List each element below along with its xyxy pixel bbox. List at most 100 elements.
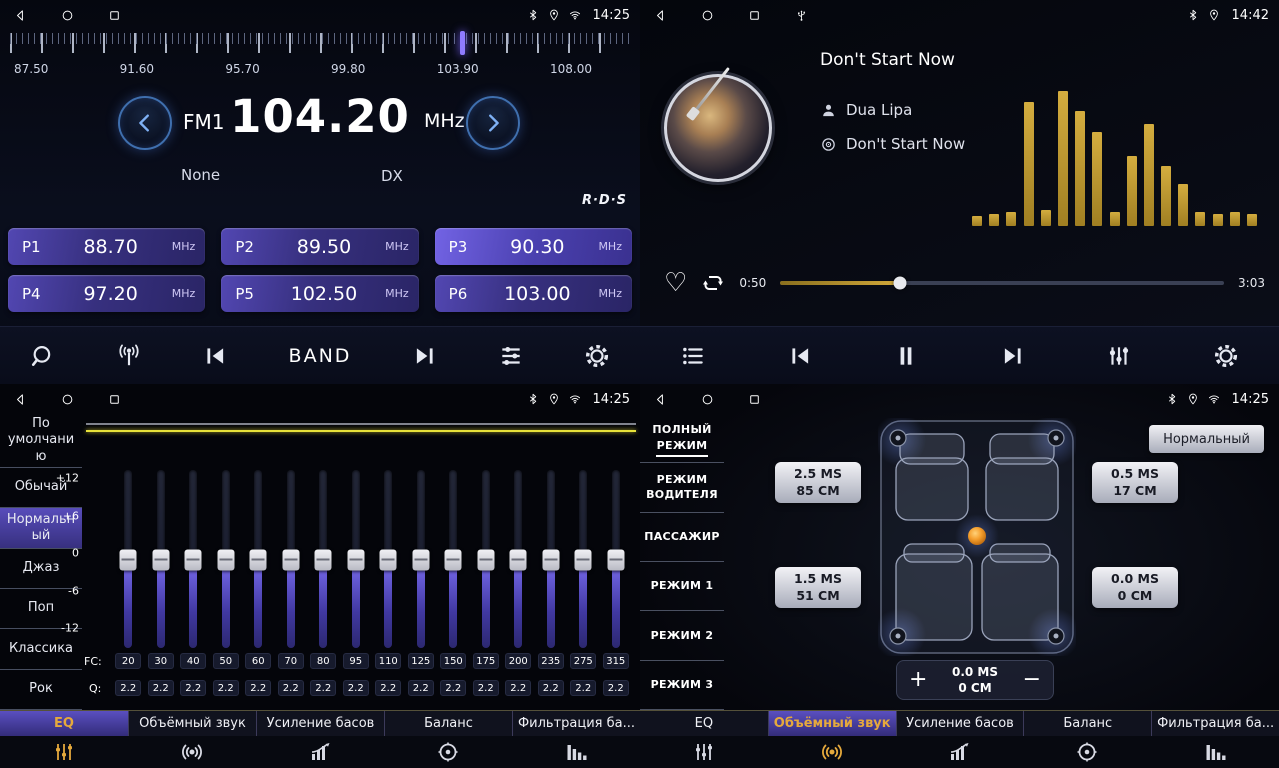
eq-band-slider[interactable] <box>600 470 633 648</box>
preset-button[interactable]: P3 90.30 MHz <box>435 228 632 265</box>
eq-slider-track[interactable] <box>482 470 490 648</box>
eq-slider-handle[interactable] <box>315 549 332 570</box>
eq-band-slider[interactable] <box>307 470 340 648</box>
eq-slider-track[interactable] <box>417 470 425 648</box>
tab-eq[interactable]: EQ <box>640 711 768 768</box>
eq-slider-track[interactable] <box>189 470 197 648</box>
home-icon[interactable] <box>61 393 74 406</box>
back-icon[interactable] <box>654 9 667 22</box>
back-icon[interactable] <box>14 393 27 406</box>
home-icon[interactable] <box>701 393 714 406</box>
eq-preset-rock[interactable]: Рок <box>0 670 82 710</box>
tab-balance[interactable]: Баланс <box>1023 711 1151 768</box>
eq-preset-default[interactable]: По умолчанию <box>0 414 82 468</box>
listening-position-marker[interactable] <box>968 527 986 545</box>
eq-band-slider[interactable] <box>535 470 568 648</box>
eq-slider-track[interactable] <box>612 470 620 648</box>
settings-button[interactable] <box>584 343 610 369</box>
tune-up-button[interactable] <box>466 96 520 150</box>
eq-slider-handle[interactable] <box>477 549 494 570</box>
recents-icon[interactable] <box>748 9 761 22</box>
preset-button[interactable]: P6 103.00 MHz <box>435 275 632 312</box>
eq-band-slider[interactable] <box>242 470 275 648</box>
preset-button[interactable]: P4 97.20 MHz <box>8 275 205 312</box>
mode-2[interactable]: РЕЖИМ 2 <box>640 611 724 660</box>
eq-slider-handle[interactable] <box>380 549 397 570</box>
eq-slider-handle[interactable] <box>120 549 137 570</box>
eq-slider-track[interactable] <box>287 470 295 648</box>
eq-slider-track[interactable] <box>352 470 360 648</box>
eq-band-slider[interactable] <box>275 470 308 648</box>
frequency-indicator[interactable] <box>460 31 465 55</box>
tune-down-button[interactable] <box>118 96 172 150</box>
tab-filter[interactable]: Фильтрация ба... <box>1151 711 1279 768</box>
eq-slider-track[interactable] <box>547 470 555 648</box>
car-cabin-diagram[interactable] <box>878 418 1076 656</box>
tab-bass-boost[interactable]: Усиление басов <box>896 711 1024 768</box>
eq-preset-badge[interactable]: Нормальный <box>1149 425 1264 453</box>
frequency-scale[interactable] <box>10 33 630 59</box>
scan-search-button[interactable] <box>30 343 56 369</box>
recents-icon[interactable] <box>108 393 121 406</box>
eq-slider-track[interactable] <box>157 470 165 648</box>
eq-slider-handle[interactable] <box>445 549 462 570</box>
equalizer-button[interactable] <box>1106 343 1132 369</box>
playlist-button[interactable] <box>680 343 706 369</box>
eq-slider-handle[interactable] <box>152 549 169 570</box>
mode-1[interactable]: РЕЖИМ 1 <box>640 562 724 611</box>
previous-track-button[interactable] <box>787 343 813 369</box>
tab-eq[interactable]: EQ <box>0 711 128 768</box>
back-icon[interactable] <box>14 9 27 22</box>
eq-band-slider[interactable] <box>437 470 470 648</box>
eq-slider-track[interactable] <box>254 470 262 648</box>
previous-station-button[interactable] <box>202 343 228 369</box>
eq-slider-handle[interactable] <box>412 549 429 570</box>
repeat-button[interactable] <box>701 271 725 295</box>
delay-rear-right[interactable]: 0.0 MS 0 CM <box>1092 567 1178 608</box>
preset-button[interactable]: P5 102.50 MHz <box>221 275 418 312</box>
tab-surround[interactable]: Объёмный звук <box>768 711 896 768</box>
seek-bar-knob[interactable] <box>894 277 907 290</box>
preset-button[interactable]: P1 88.70 MHz <box>8 228 205 265</box>
delay-increase-button[interactable]: + <box>909 669 927 691</box>
mode-passenger[interactable]: ПАССАЖИР <box>640 513 724 562</box>
recents-icon[interactable] <box>748 393 761 406</box>
favorite-button[interactable]: ♡ <box>664 270 687 296</box>
eq-slider-handle[interactable] <box>510 549 527 570</box>
next-station-button[interactable] <box>412 343 438 369</box>
delay-front-left[interactable]: 2.5 MS 85 CM <box>775 462 861 503</box>
delay-front-right[interactable]: 0.5 MS 17 CM <box>1092 462 1178 503</box>
mode-driver[interactable]: РЕЖИМ ВОДИТЕЛЯ <box>640 463 724 512</box>
back-icon[interactable] <box>654 393 667 406</box>
eq-slider-handle[interactable] <box>250 549 267 570</box>
eq-slider-handle[interactable] <box>542 549 559 570</box>
home-icon[interactable] <box>701 9 714 22</box>
recents-icon[interactable] <box>108 9 121 22</box>
tab-surround[interactable]: Объёмный звук <box>128 711 256 768</box>
eq-band-slider[interactable] <box>372 470 405 648</box>
auto-scan-button[interactable] <box>116 343 142 369</box>
eq-band-slider[interactable] <box>502 470 535 648</box>
eq-band-slider[interactable] <box>567 470 600 648</box>
eq-slider-track[interactable] <box>579 470 587 648</box>
mode-full[interactable]: ПОЛНЫЙ РЕЖИМ <box>640 414 724 463</box>
seek-bar[interactable] <box>780 281 1224 285</box>
eq-slider-track[interactable] <box>222 470 230 648</box>
eq-slider-handle[interactable] <box>607 549 624 570</box>
eq-slider-track[interactable] <box>319 470 327 648</box>
eq-band-slider[interactable] <box>210 470 243 648</box>
next-track-button[interactable] <box>1000 343 1026 369</box>
eq-slider-handle[interactable] <box>347 549 364 570</box>
band-button[interactable]: BAND <box>289 345 352 367</box>
eq-band-slider[interactable] <box>470 470 503 648</box>
tab-bass-boost[interactable]: Усиление басов <box>256 711 384 768</box>
home-icon[interactable] <box>61 9 74 22</box>
eq-slider-track[interactable] <box>384 470 392 648</box>
delay-decrease-button[interactable]: − <box>1023 669 1041 691</box>
eq-slider-track[interactable] <box>514 470 522 648</box>
settings-button[interactable] <box>1213 343 1239 369</box>
eq-band-slider[interactable] <box>177 470 210 648</box>
eq-slider-handle[interactable] <box>282 549 299 570</box>
eq-slider-handle[interactable] <box>185 549 202 570</box>
eq-slider-track[interactable] <box>449 470 457 648</box>
